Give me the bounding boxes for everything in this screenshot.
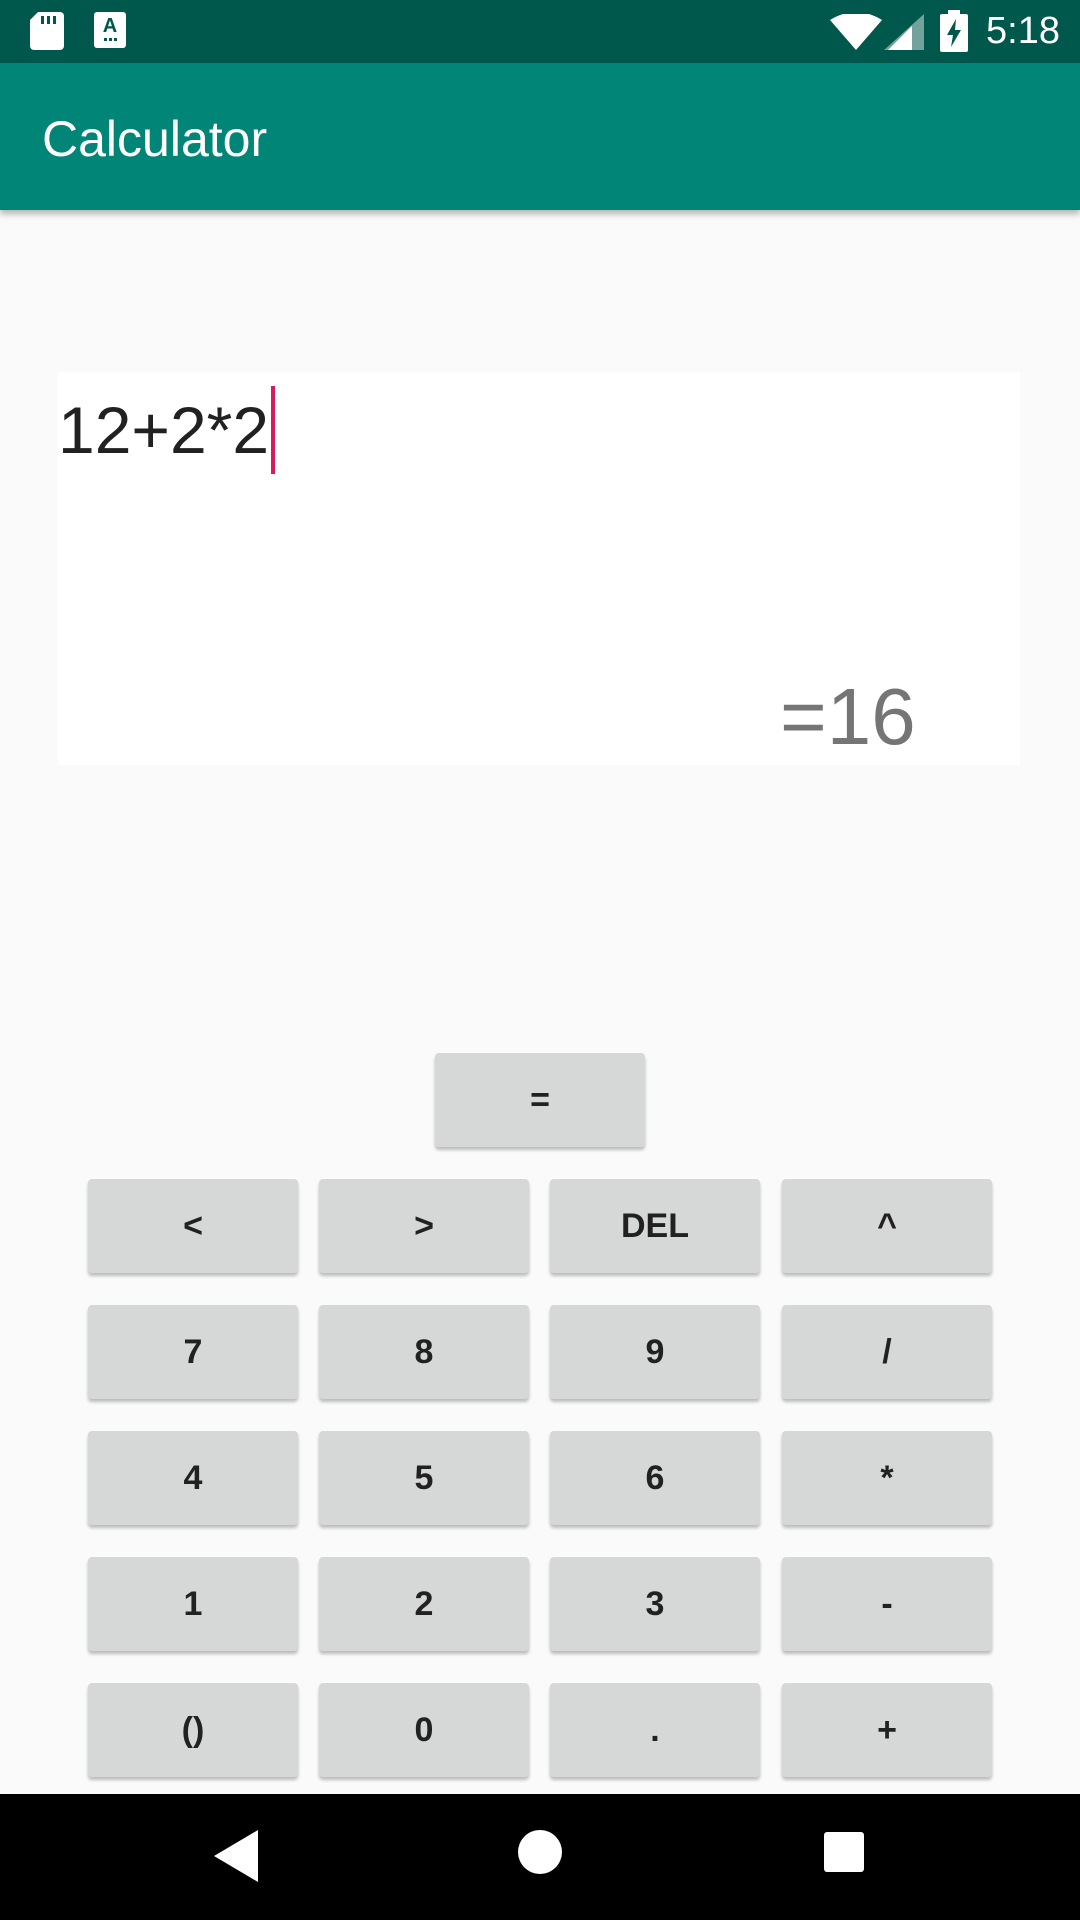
digit-9-button[interactable]: 9 xyxy=(550,1305,760,1399)
cursor-right-button[interactable]: > xyxy=(319,1179,529,1273)
wifi-icon xyxy=(830,14,882,50)
divide-button[interactable]: / xyxy=(782,1305,992,1399)
calculator-display: 12+2*2 =16 xyxy=(58,372,1020,765)
add-button[interactable]: + xyxy=(782,1683,992,1777)
digit-3-button[interactable]: 3 xyxy=(550,1557,760,1651)
battery-charging-icon xyxy=(940,10,968,52)
home-icon[interactable] xyxy=(518,1830,562,1874)
digit-7-button[interactable]: 7 xyxy=(88,1305,298,1399)
status-time: 5:18 xyxy=(986,10,1060,52)
sd-card-icon xyxy=(30,12,64,50)
power-button[interactable]: ^ xyxy=(782,1179,992,1273)
cursor-left-button[interactable]: < xyxy=(88,1179,298,1273)
expression-field[interactable]: 12+2*2 xyxy=(58,384,276,476)
recents-icon[interactable] xyxy=(824,1832,864,1872)
decimal-point-button[interactable]: . xyxy=(550,1683,760,1777)
multiply-button[interactable]: * xyxy=(782,1431,992,1525)
equals-button[interactable]: = xyxy=(435,1053,645,1147)
status-bar: A 5:18 xyxy=(0,0,1080,63)
expression-text[interactable]: 12+2*2 xyxy=(58,390,269,470)
digit-2-button[interactable]: 2 xyxy=(319,1557,529,1651)
delete-button[interactable]: DEL xyxy=(550,1179,760,1273)
app-title: Calculator xyxy=(42,111,268,167)
back-icon[interactable] xyxy=(214,1830,258,1882)
digit-6-button[interactable]: 6 xyxy=(550,1431,760,1525)
subtract-button[interactable]: - xyxy=(782,1557,992,1651)
svg-text:A: A xyxy=(103,15,117,37)
parentheses-button[interactable]: () xyxy=(88,1683,298,1777)
digit-1-button[interactable]: 1 xyxy=(88,1557,298,1651)
text-cursor xyxy=(271,386,276,474)
digit-4-button[interactable]: 4 xyxy=(88,1431,298,1525)
signal-icon xyxy=(884,14,924,50)
digit-5-button[interactable]: 5 xyxy=(319,1431,529,1525)
digit-8-button[interactable]: 8 xyxy=(319,1305,529,1399)
app-bar: Calculator xyxy=(0,63,1080,210)
navigation-bar xyxy=(0,1794,1080,1920)
result-text: =16 xyxy=(780,672,916,761)
a-keyboard-icon: A xyxy=(94,12,126,48)
digit-0-button[interactable]: 0 xyxy=(319,1683,529,1777)
